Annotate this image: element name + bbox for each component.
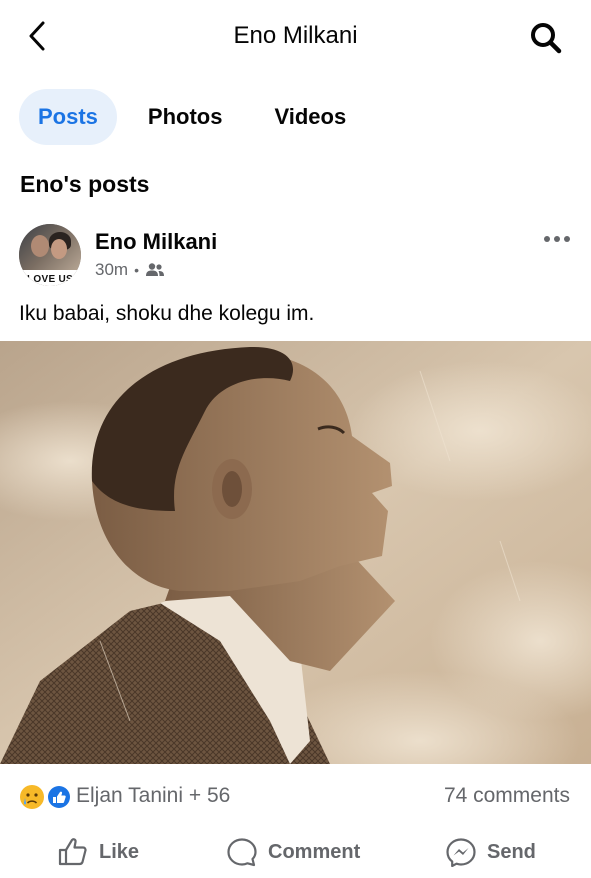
avatar-caption: LOVE US — [27, 274, 73, 285]
search-icon — [531, 23, 562, 54]
messenger-icon — [446, 838, 476, 867]
reactions-summary[interactable]: Eljan Tanini + 56 — [76, 784, 230, 808]
tab-posts[interactable]: Posts — [19, 89, 117, 145]
send-button[interactable]: Send — [445, 832, 536, 872]
thumbs-up-icon — [58, 838, 87, 866]
post-actions: Like Comment Send — [0, 826, 591, 878]
avatar-face-left — [31, 235, 49, 257]
post-time[interactable]: 30m — [95, 260, 128, 280]
post-meta: 30m • — [95, 260, 165, 280]
post-photo[interactable] — [0, 341, 591, 764]
post-text: Iku babai, shoku dhe kolegu im. — [19, 302, 315, 325]
profile-tabs: Posts Photos Videos — [19, 89, 346, 145]
like-reaction-icon — [46, 784, 72, 810]
comments-count[interactable]: 74 comments — [444, 784, 570, 808]
reaction-icons[interactable] — [19, 784, 75, 810]
like-label: Like — [99, 840, 140, 863]
top-bar: Eno Milkani — [0, 0, 591, 72]
section-title: Eno's posts — [20, 171, 150, 197]
like-button[interactable]: Like — [57, 832, 139, 872]
avatar-face-right — [51, 239, 67, 259]
post-author-name[interactable]: Eno Milkani — [95, 229, 217, 255]
comment-button[interactable]: Comment — [226, 832, 360, 872]
comment-bubble-icon — [227, 838, 257, 867]
tab-videos[interactable]: Videos — [274, 89, 346, 145]
comment-label: Comment — [268, 840, 361, 863]
send-label: Send — [487, 840, 536, 863]
more-horizontal-icon — [544, 236, 570, 242]
reactions-row: Eljan Tanini + 56 74 comments — [0, 776, 591, 816]
avatar[interactable]: LOVE US — [19, 224, 81, 286]
friends-icon[interactable] — [145, 262, 165, 278]
page-title: Eno Milkani — [233, 22, 358, 49]
meta-separator: • — [134, 262, 139, 278]
tab-photos[interactable]: Photos — [148, 89, 223, 145]
sad-reaction-icon — [20, 785, 44, 809]
more-options-button[interactable] — [540, 226, 574, 252]
sepia-portrait-image — [0, 341, 591, 764]
search-button[interactable] — [528, 20, 564, 56]
